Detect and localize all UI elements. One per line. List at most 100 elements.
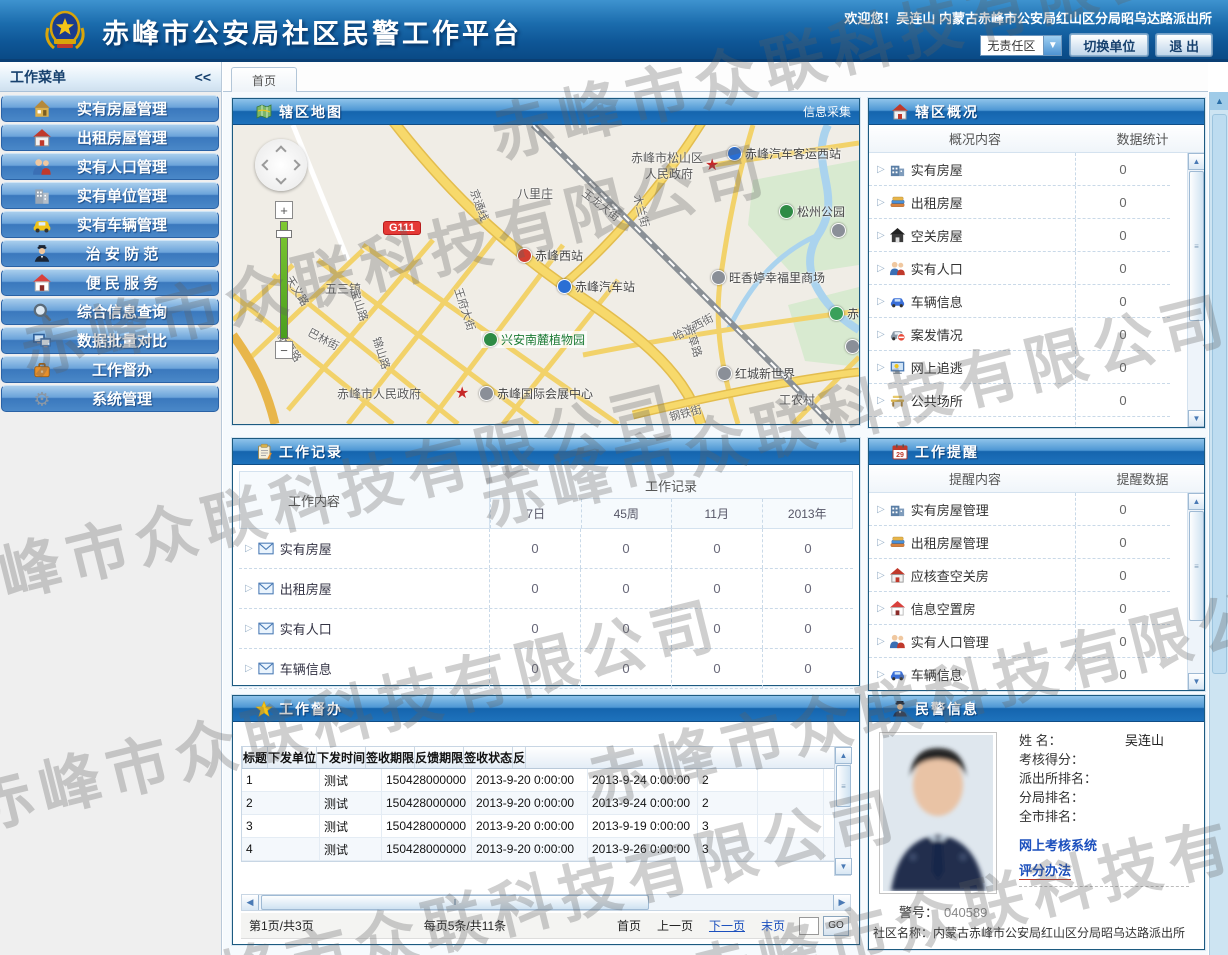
switch-unit-button[interactable]: 切换单位 bbox=[1070, 34, 1148, 56]
scrollbar-thumb[interactable] bbox=[1189, 171, 1204, 321]
sidebar-menu-item[interactable]: 实有人口管理 bbox=[1, 153, 219, 180]
map-label[interactable]: 赤峰汽车站 bbox=[557, 278, 635, 295]
chevron-down-icon[interactable]: ▼ bbox=[1043, 36, 1061, 55]
expand-arrow-icon[interactable] bbox=[877, 362, 885, 373]
overview-row[interactable]: 实有房屋 0 bbox=[869, 153, 1170, 186]
pan-right-icon[interactable] bbox=[289, 159, 300, 170]
table-row[interactable]: 1 测试 150428000000 2013-9-20 0:00:00 2013… bbox=[242, 769, 840, 792]
overview-row[interactable]: 特种行业 0 bbox=[869, 417, 1170, 427]
expand-arrow-icon[interactable] bbox=[877, 230, 885, 241]
online-assessment-link[interactable]: 网上考核系统 bbox=[1019, 835, 1097, 854]
map-label[interactable]: 松州公园 bbox=[779, 203, 845, 220]
overview-row[interactable]: 车辆信息 0 bbox=[869, 285, 1170, 318]
map-pan-control[interactable] bbox=[255, 139, 307, 191]
scrollbar-thumb[interactable] bbox=[836, 765, 851, 807]
map-label[interactable]: 红城新世界 bbox=[717, 365, 795, 382]
record-row[interactable]: 车辆信息 0 0 0 0 bbox=[239, 649, 853, 689]
sidebar-menu-item[interactable]: 便 民 服 务 bbox=[1, 269, 219, 296]
page-scrollbar[interactable]: ▲ bbox=[1209, 92, 1228, 955]
scroll-up-icon[interactable]: ▲ bbox=[1188, 153, 1204, 170]
first-page-link[interactable]: 首页 bbox=[617, 917, 641, 934]
pan-up-icon[interactable] bbox=[275, 145, 286, 156]
map-label[interactable]: ★ bbox=[705, 155, 719, 175]
sidebar-menu-item[interactable]: 数据批量对比 bbox=[1, 327, 219, 354]
expand-arrow-icon[interactable] bbox=[877, 197, 885, 208]
record-row[interactable]: 实有房屋 0 0 0 0 bbox=[239, 529, 853, 569]
pan-down-icon[interactable] bbox=[275, 173, 286, 184]
expand-arrow-icon[interactable] bbox=[877, 669, 885, 680]
expand-arrow-icon[interactable] bbox=[877, 329, 885, 340]
map-label[interactable]: 人民政府 bbox=[645, 165, 693, 182]
region-select[interactable]: 无责任区 ▼ bbox=[980, 35, 1062, 56]
record-row[interactable]: 实有人口 0 0 0 0 bbox=[239, 609, 853, 649]
prev-page-link[interactable]: 上一页 bbox=[657, 917, 693, 934]
next-page-link[interactable]: 下一页 bbox=[709, 917, 745, 934]
map-canvas[interactable]: 五三镇 八里庄 赤峰市松山区 人民政府 ★ 赤峰汽车客运西站 松州公园 G111… bbox=[233, 125, 859, 424]
scroll-down-icon[interactable]: ▼ bbox=[1188, 410, 1204, 427]
zoom-in-button[interactable]: + bbox=[275, 201, 293, 219]
sidebar-menu-item[interactable]: 综合信息查询 bbox=[1, 298, 219, 325]
sidebar-menu-item[interactable]: 实有车辆管理 bbox=[1, 211, 219, 238]
pan-left-icon[interactable] bbox=[261, 159, 272, 170]
expand-arrow-icon[interactable] bbox=[877, 570, 885, 581]
table-row[interactable]: 4 测试 150428000000 2013-9-20 0:00:00 2013… bbox=[242, 838, 840, 861]
supervise-v-scrollbar[interactable]: ▲ ▼ bbox=[834, 746, 851, 876]
map-label[interactable]: G111 bbox=[383, 221, 421, 235]
expand-arrow-icon[interactable] bbox=[877, 636, 885, 647]
map-label[interactable]: 工农村 bbox=[779, 391, 815, 408]
remind-row[interactable]: 应核查空关房 0 bbox=[869, 559, 1170, 592]
expand-arrow-icon[interactable] bbox=[245, 543, 253, 554]
map-label[interactable]: 旺香婷幸福里商场 bbox=[711, 269, 825, 286]
sidebar-menu-item[interactable]: 出租房屋管理 bbox=[1, 124, 219, 151]
sidebar-menu-item[interactable]: 治 安 防 范 bbox=[1, 240, 219, 267]
page-number-input[interactable] bbox=[799, 917, 819, 935]
scroll-up-icon[interactable]: ▲ bbox=[835, 747, 852, 764]
supervise-h-scrollbar[interactable]: ◀ ▶ bbox=[241, 894, 851, 911]
zoom-slider-track[interactable] bbox=[280, 221, 288, 339]
overview-row[interactable]: 空关房屋 0 bbox=[869, 219, 1170, 252]
table-row[interactable]: 3 测试 150428000000 2013-9-20 0:00:00 2013… bbox=[242, 815, 840, 838]
expand-arrow-icon[interactable] bbox=[877, 164, 885, 175]
scoring-method-link[interactable]: 评分办法 bbox=[1019, 860, 1071, 880]
scroll-up-icon[interactable]: ▲ bbox=[1210, 92, 1228, 110]
overview-row[interactable]: 网上追逃 0 bbox=[869, 351, 1170, 384]
scrollbar-thumb[interactable] bbox=[1212, 114, 1227, 674]
table-row[interactable]: 2 测试 150428000000 2013-9-20 0:00:00 2013… bbox=[242, 792, 840, 815]
map-label[interactable]: 赤峰汽车客运西站 bbox=[727, 145, 841, 162]
remind-row[interactable]: 车辆信息 0 bbox=[869, 658, 1170, 690]
go-button[interactable]: GO bbox=[823, 916, 849, 936]
scroll-right-icon[interactable]: ▶ bbox=[833, 895, 850, 910]
map-label[interactable] bbox=[831, 223, 849, 238]
map-label[interactable]: 兴安南麓植物园 bbox=[481, 331, 587, 348]
scrollbar-thumb[interactable] bbox=[261, 895, 649, 910]
expand-arrow-icon[interactable] bbox=[877, 395, 885, 406]
sidebar-menu-item[interactable]: 实有单位管理 bbox=[1, 182, 219, 209]
map-label[interactable]: 赤峰市人民政府 bbox=[337, 385, 421, 402]
overview-row[interactable]: 案发情况 0 bbox=[869, 318, 1170, 351]
map-label[interactable]: ★ bbox=[455, 383, 469, 403]
expand-arrow-icon[interactable] bbox=[245, 623, 253, 634]
remind-row[interactable]: 实有房屋管理 0 bbox=[869, 493, 1170, 526]
zoom-out-button[interactable]: − bbox=[275, 341, 293, 359]
record-row[interactable]: 出租房屋 0 0 0 0 bbox=[239, 569, 853, 609]
expand-arrow-icon[interactable] bbox=[877, 537, 885, 548]
scroll-up-icon[interactable]: ▲ bbox=[1188, 493, 1204, 510]
expand-arrow-icon[interactable] bbox=[877, 504, 885, 515]
map-label[interactable]: 赤峰市松山区 bbox=[631, 149, 703, 166]
scrollbar-thumb[interactable] bbox=[1189, 511, 1204, 621]
map-label[interactable]: 八里庄 bbox=[517, 185, 553, 202]
sidebar-menu-item[interactable]: 实有房屋管理 bbox=[1, 95, 219, 122]
scroll-down-icon[interactable]: ▼ bbox=[1188, 673, 1204, 690]
map-label[interactable]: 赤峰西站 bbox=[517, 247, 583, 264]
remind-row[interactable]: 信息空置房 0 bbox=[869, 592, 1170, 625]
scroll-down-icon[interactable]: ▼ bbox=[835, 858, 852, 875]
overview-row[interactable]: 出租房屋 0 bbox=[869, 186, 1170, 219]
map-label[interactable]: 赤峰 bbox=[829, 305, 859, 322]
expand-arrow-icon[interactable] bbox=[245, 583, 253, 594]
zoom-slider-handle[interactable] bbox=[276, 230, 292, 238]
scroll-left-icon[interactable]: ◀ bbox=[242, 895, 259, 910]
remind-scrollbar[interactable]: ▲ ▼ bbox=[1187, 493, 1204, 690]
expand-arrow-icon[interactable] bbox=[877, 263, 885, 274]
remind-row[interactable]: 实有人口管理 0 bbox=[869, 625, 1170, 658]
tab-home[interactable]: 首页 bbox=[231, 67, 297, 92]
